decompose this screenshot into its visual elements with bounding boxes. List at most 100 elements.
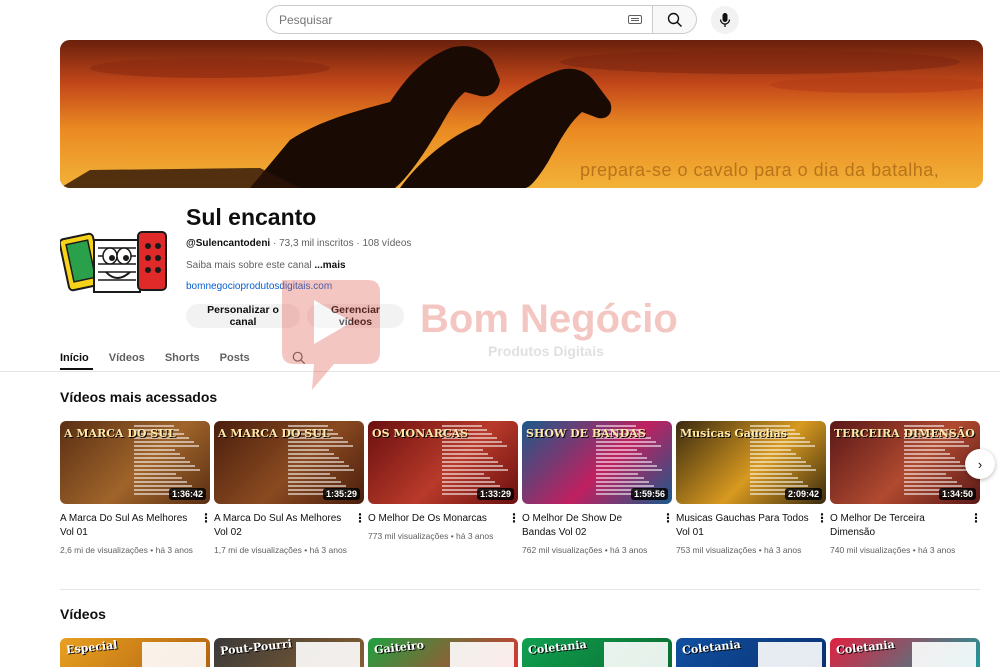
channel-about[interactable]: Saiba mais sobre este canal ...mais: [186, 260, 346, 271]
video-thumbnail[interactable]: OS MONARCAS 1:33:29: [368, 421, 518, 504]
search-button[interactable]: [653, 5, 697, 34]
watermark-brand-text: Bom Negócio: [420, 297, 678, 341]
thumbnail-label: SHOW DE BANDAS: [526, 427, 646, 440]
channel-tabs: Início Vídeos Shorts Posts: [60, 346, 306, 370]
video-meta: 773 mil visualizações • há 3 anos: [368, 530, 518, 543]
video-duration: 1:36:42: [168, 488, 206, 500]
about-text[interactable]: Saiba mais sobre este canal: [186, 260, 312, 271]
meta-separator: •: [756, 545, 765, 555]
tab-shorts[interactable]: Shorts: [165, 352, 200, 364]
video-title[interactable]: O Melhor De Terceira Dimensão: [830, 512, 965, 540]
video-duration: 1:33:29: [476, 488, 514, 500]
video-title[interactable]: O Melhor De Show De Bandas Vol 02: [522, 512, 657, 540]
video-thumbnail[interactable]: A MARCA DO SUL 1:35:29: [214, 421, 364, 504]
section-title-videos: Vídeos: [60, 606, 106, 622]
meta-separator: •: [147, 545, 156, 555]
video-meta: 753 mil visualizações • há 3 anos: [676, 544, 826, 557]
more-options-icon[interactable]: ⋮: [200, 511, 212, 525]
more-options-icon[interactable]: ⋮: [970, 511, 982, 525]
carousel-next-button[interactable]: ›: [965, 449, 995, 479]
channel-meta: @Sulencantodeni · 73,3 mil inscritos · 1…: [186, 238, 411, 249]
thumbnail-tracklist: [296, 642, 360, 667]
active-tab-indicator: [60, 368, 93, 370]
thumbnail-label: Coletania: [527, 638, 588, 658]
video-age: há 3 anos: [764, 545, 802, 555]
thumbnail-label: Coletania: [681, 638, 742, 658]
customize-channel-button[interactable]: Personalizar o canal: [186, 304, 300, 328]
video-thumbnail[interactable]: Musicas Gauchas 2:09:42: [676, 421, 826, 504]
video-title[interactable]: O Melhor De Os Monarcas: [368, 512, 503, 526]
video-age: há 3 anos: [155, 545, 193, 555]
video-title[interactable]: Musicas Gauchas Para Todos Vol 01: [676, 512, 811, 540]
thumbnail-tracklist: [450, 642, 514, 667]
thumbnail-label: Musicas Gauchas: [680, 427, 787, 440]
video-thumbnail[interactable]: Coletania: [676, 638, 826, 667]
chevron-right-icon: ›: [977, 456, 983, 472]
video-meta: 2,6 mi de visualizações • há 3 anos: [60, 544, 210, 557]
video-duration: 2:09:42: [784, 488, 822, 500]
video-views: 2,6 mi de visualizações: [60, 545, 148, 555]
thumbnail-label: Especial: [65, 638, 118, 657]
video-views: 753 mil visualizações: [676, 545, 757, 555]
meta-separator: •: [448, 531, 457, 541]
about-more-link[interactable]: ...mais: [314, 260, 345, 271]
video-count: 108 vídeos: [362, 238, 412, 249]
tab-posts[interactable]: Posts: [220, 352, 250, 364]
voice-search-button[interactable]: [711, 5, 739, 34]
channel-external-link[interactable]: bomnegocioprodutosdigitais.com: [186, 281, 332, 292]
channel-avatar-accordion-icon[interactable]: [60, 218, 170, 300]
tab-videos[interactable]: Vídeos: [109, 352, 145, 364]
popular-videos-row: A MARCA DO SUL 1:36:42 A Marca Do Sul As M…: [60, 421, 1000, 581]
bom-negocio-watermark-logo: Bom Negócio Produtos Digitais: [282, 280, 678, 390]
watermark-tagline-text: Produtos Digitais: [488, 343, 604, 359]
video-views: 1,7 mi de visualizações: [214, 545, 302, 555]
thumbnail-label: A MARCA DO SUL: [64, 427, 176, 440]
search-icon: [667, 12, 682, 27]
video-age: há 3 anos: [456, 531, 494, 541]
video-thumbnail[interactable]: Coletania: [830, 638, 980, 667]
video-thumbnail[interactable]: Gaiteiro: [368, 638, 518, 667]
video-title[interactable]: A Marca Do Sul As Melhores Vol 01: [60, 512, 195, 540]
video-age: há 3 anos: [918, 545, 956, 555]
subscriber-count: 73,3 mil inscritos: [279, 238, 354, 249]
video-views: 762 mil visualizações: [522, 545, 603, 555]
thumbnail-label: Gaiteiro: [373, 638, 425, 657]
thumbnail-tracklist: [142, 642, 206, 667]
video-card[interactable]: SHOW DE BANDAS 1:59:56 O Melhor De Show De…: [522, 421, 674, 557]
search-bar: [266, 5, 739, 34]
thumbnail-label: OS MONARCAS: [372, 427, 469, 440]
video-meta: 740 mil visualizações • há 3 anos: [830, 544, 980, 557]
videos-row: Especial Pout-Pourri Gaiteiro Coletania Cole…: [60, 638, 1000, 667]
keyboard-icon[interactable]: [628, 15, 642, 24]
channel-search-icon[interactable]: [292, 351, 306, 365]
video-card[interactable]: OS MONARCAS 1:33:29 O Melhor De Os Monarca…: [368, 421, 520, 543]
video-duration: 1:34:50: [938, 488, 976, 500]
banner-caption: prepara-se o cavalo para o dia da batalh…: [580, 160, 940, 180]
video-meta: 1,7 mi de visualizações • há 3 anos: [214, 544, 364, 557]
video-card[interactable]: A MARCA DO SUL 1:36:42 A Marca Do Sul As M…: [60, 421, 212, 557]
more-options-icon[interactable]: ⋮: [508, 511, 520, 525]
more-options-icon[interactable]: ⋮: [662, 511, 674, 525]
manage-videos-button[interactable]: Gerenciar vídeos: [307, 304, 404, 328]
video-thumbnail[interactable]: Pout-Pourri: [214, 638, 364, 667]
search-box[interactable]: [266, 5, 653, 34]
thumbnail-tracklist: [912, 642, 976, 667]
thumbnail-label: TERCEIRA DIMENSÃO: [834, 427, 975, 440]
video-thumbnail[interactable]: Especial: [60, 638, 210, 667]
video-card[interactable]: A MARCA DO SUL 1:35:29 A Marca Do Sul As M…: [214, 421, 366, 557]
video-thumbnail[interactable]: Coletania: [522, 638, 672, 667]
video-thumbnail[interactable]: SHOW DE BANDAS 1:59:56: [522, 421, 672, 504]
thumbnail-label: Pout-Pourri: [219, 638, 293, 658]
search-input[interactable]: [279, 12, 628, 27]
more-options-icon[interactable]: ⋮: [816, 511, 828, 525]
tabs-divider: [0, 371, 1000, 372]
video-thumbnail[interactable]: A MARCA DO SUL 1:36:42: [60, 421, 210, 504]
video-title[interactable]: A Marca Do Sul As Melhores Vol 02: [214, 512, 349, 540]
video-thumbnail[interactable]: TERCEIRA DIMENSÃO 1:34:50: [830, 421, 980, 504]
more-options-icon[interactable]: ⋮: [354, 511, 366, 525]
tab-home[interactable]: Início: [60, 352, 89, 364]
channel-name: Sul encanto: [186, 204, 317, 230]
video-card[interactable]: Musicas Gauchas 2:09:42 Musicas Gauchas Pa…: [676, 421, 828, 557]
thumbnail-label: A MARCA DO SUL: [218, 427, 330, 440]
video-card[interactable]: TERCEIRA DIMENSÃO 1:34:50 O Melhor De Terc…: [830, 421, 982, 557]
